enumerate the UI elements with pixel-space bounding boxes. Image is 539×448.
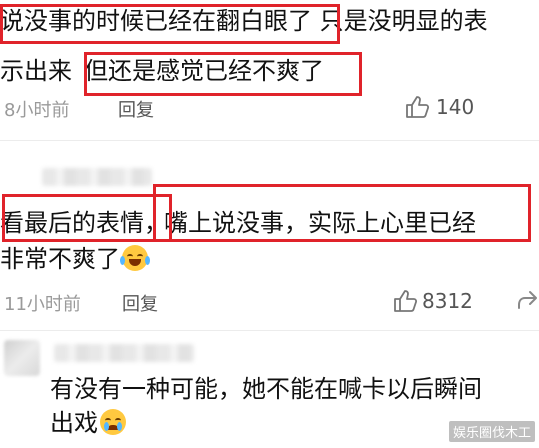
highlight-box-1 [0,4,340,44]
laugh-cry-emoji [120,245,150,271]
highlight-box-3 [2,194,172,242]
highlight-box-4 [153,184,531,242]
highlight-box-2 [84,52,362,96]
thumbs-up-icon[interactable] [404,94,430,120]
comment-3-line-1: 有没有一种可能，她不能在喊卡以后瞬间 [50,375,482,403]
comment-3-line-2: 出戏 [50,406,126,440]
comment-2-line-2: 非常不爽了 [0,242,150,276]
thumbs-up-icon[interactable] [392,288,418,314]
watermark: 娱乐圈伐木工 [448,421,535,442]
avatar[interactable] [4,340,40,376]
comment-1-time: 8小时前 [4,100,70,121]
comment-2-like-count: 8312 [422,289,473,313]
share-icon[interactable] [516,288,538,312]
comment-1-reply-button[interactable]: 回复 [118,96,154,122]
comment-2-time: 11小时前 [4,294,81,315]
crying-emoji [100,409,126,435]
divider [0,140,539,141]
username-blurred [54,344,194,362]
comment-2-reply-button[interactable]: 回复 [122,290,158,316]
divider [0,330,539,331]
comment-1-like-count: 140 [436,95,475,119]
username-blurred [42,168,152,186]
